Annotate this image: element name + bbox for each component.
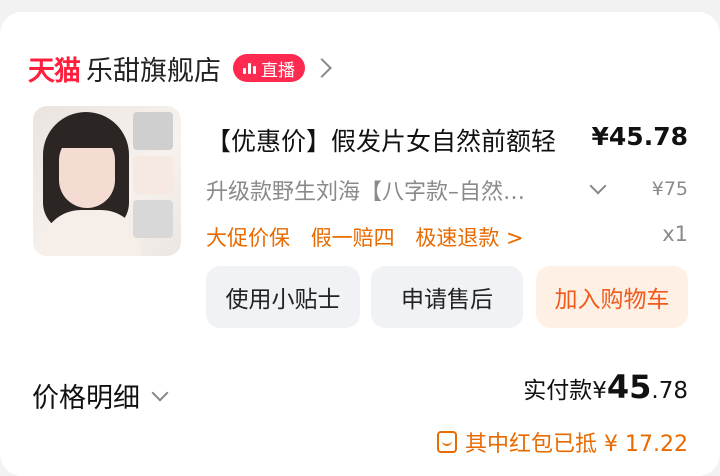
original-price: ¥75 [651, 178, 688, 200]
promo-tag: 假一赔四 [310, 226, 395, 250]
live-badge[interactable]: 直播 [233, 54, 305, 82]
store-name[interactable]: 乐甜旗舰店 [86, 49, 221, 88]
store-header[interactable]: 天猫 乐甜旗舰店 直播 [28, 46, 332, 90]
paid-amount: 实付款 ¥ 45 .78 [523, 368, 688, 406]
promo-tags[interactable]: 大促价保 假一赔四 极速退款 > [206, 222, 538, 252]
thumbnail-detail-3 [133, 200, 173, 238]
tmall-logo: 天猫 [28, 55, 81, 87]
red-packet-text: 其中红包已抵 ¥ 17.22 [465, 432, 688, 457]
price-detail-label: 价格明细 [32, 383, 140, 414]
paid-decimal: .78 [651, 378, 688, 404]
add-to-cart-button[interactable]: 加入购物车 [536, 266, 688, 328]
promo-tag: 极速退款 > [415, 226, 524, 250]
chevron-down-icon [151, 384, 169, 401]
chevron-down-icon[interactable] [589, 177, 607, 195]
promo-tag: 大促价保 [206, 226, 290, 250]
product-thumbnail[interactable] [33, 106, 181, 256]
live-badge-label: 直播 [261, 60, 295, 81]
currency-symbol: ¥ [592, 378, 607, 404]
tips-button[interactable]: 使用小贴士 [206, 266, 360, 328]
price-detail-toggle[interactable]: 价格明细 [32, 376, 169, 415]
product-title[interactable]: 【优惠价】假发片女自然前额轻 [206, 122, 556, 158]
paid-integer: 45 [606, 368, 652, 406]
paid-label: 实付款 [523, 378, 593, 404]
red-packet-icon [437, 431, 458, 453]
thumbnail-detail-1 [133, 112, 173, 150]
wig-bangs-shape [57, 124, 117, 148]
order-item-card: 天猫 乐甜旗舰店 直播 【优惠价】假发片女自然前额轻 ¥45.78 升级款野生刘… [0, 12, 720, 476]
live-bars-icon [243, 62, 256, 74]
aftersale-button[interactable]: 申请售后 [371, 266, 523, 328]
chevron-right-icon[interactable] [312, 58, 332, 78]
red-packet-deduction: 其中红包已抵 ¥ 17.22 [437, 426, 688, 458]
product-price: ¥45.78 [591, 122, 688, 151]
sku-selector[interactable]: 升级款野生刘海【八字款–自然… [206, 174, 566, 206]
quantity: x1 [662, 222, 688, 246]
thumbnail-detail-2 [133, 156, 173, 194]
